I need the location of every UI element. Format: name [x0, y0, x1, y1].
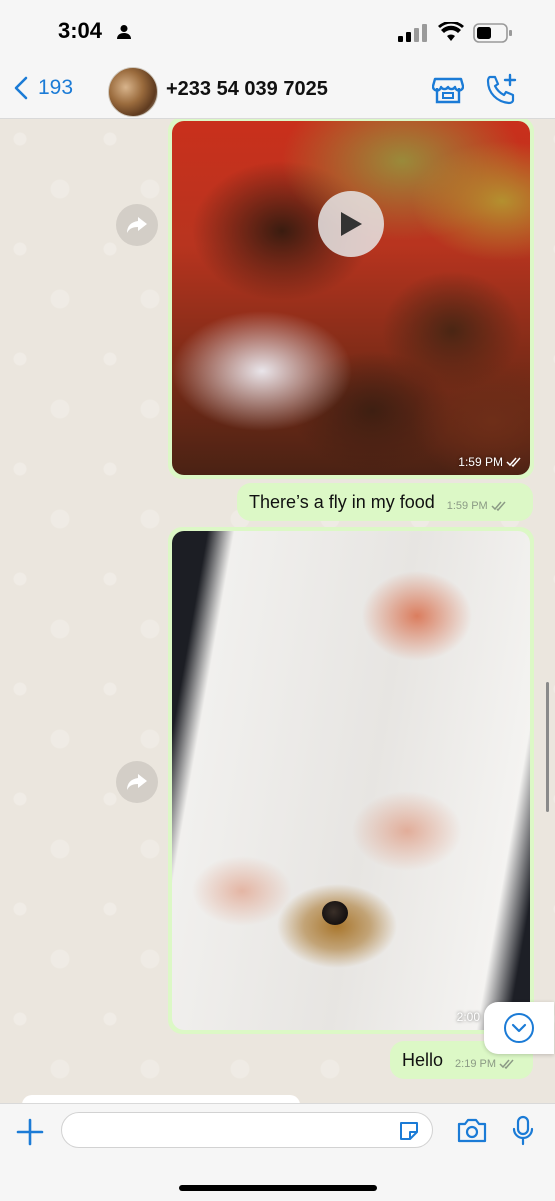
message-field[interactable] [61, 1112, 433, 1148]
add-call-icon[interactable] [484, 73, 518, 112]
contact-name[interactable]: +233 54 039 7025 [166, 78, 328, 101]
scrollbar[interactable] [546, 682, 549, 812]
forward-icon [127, 774, 147, 790]
message-time: 1:59 PM [446, 500, 488, 512]
message-text: Hello [402, 1050, 444, 1070]
message-meta: 1:59 PM [458, 455, 522, 469]
message-time: 1:59 PM [458, 455, 503, 469]
avatar[interactable] [108, 67, 158, 117]
video-message[interactable]: 1:59 PM [168, 119, 534, 479]
message-meta: 1:59 PM [447, 500, 507, 512]
message-time: 2:00 [456, 1010, 480, 1024]
forward-icon [127, 217, 147, 233]
store-icon[interactable] [431, 75, 465, 110]
signal-icon [398, 24, 428, 47]
message-meta: 2:00 [457, 1010, 480, 1024]
video-thumbnail[interactable]: 1:59 PM [172, 121, 530, 475]
message-text: There’s a fly in my food [249, 492, 435, 512]
battery-icon [473, 22, 513, 49]
double-check-icon [499, 1059, 514, 1069]
chat-header: 193 +233 54 039 7025 [0, 64, 555, 119]
photo-thumbnail[interactable]: 2:00 [172, 531, 530, 1030]
status-bar: 3:04 [0, 0, 555, 64]
composer-bar [0, 1103, 555, 1201]
partial-message-bubble [22, 1095, 300, 1103]
status-time: 3:04 [58, 18, 103, 43]
text-message[interactable]: There’s a fly in my food 1:59 PM [237, 483, 533, 521]
sticker-icon[interactable] [398, 1120, 420, 1147]
play-icon [341, 212, 362, 236]
wifi-icon [438, 20, 464, 47]
scroll-to-bottom-button[interactable] [484, 1002, 554, 1054]
double-check-icon [491, 501, 506, 511]
chevron-down-circle-icon [504, 1013, 534, 1043]
message-meta: 2:19 PM [455, 1058, 515, 1070]
play-button[interactable] [318, 191, 384, 257]
image-message[interactable]: 2:00 [168, 527, 534, 1034]
home-indicator [179, 1185, 377, 1191]
back-button[interactable]: 193 [14, 76, 73, 100]
plus-icon[interactable] [16, 1118, 44, 1151]
fly-in-photo [322, 901, 348, 925]
message-input[interactable] [74, 1119, 378, 1143]
chevron-left-icon [14, 76, 28, 100]
microphone-icon[interactable] [512, 1115, 534, 1152]
chat-thread[interactable]: 1:59 PM There’s a fly in my food 1:59 PM… [0, 119, 555, 1103]
forward-button[interactable] [116, 204, 158, 246]
double-check-icon [506, 457, 521, 467]
camera-icon[interactable] [456, 1117, 488, 1148]
person-icon [116, 24, 132, 45]
unread-count: 193 [38, 76, 74, 99]
forward-button[interactable] [116, 761, 158, 803]
message-time: 2:19 PM [455, 1058, 496, 1070]
